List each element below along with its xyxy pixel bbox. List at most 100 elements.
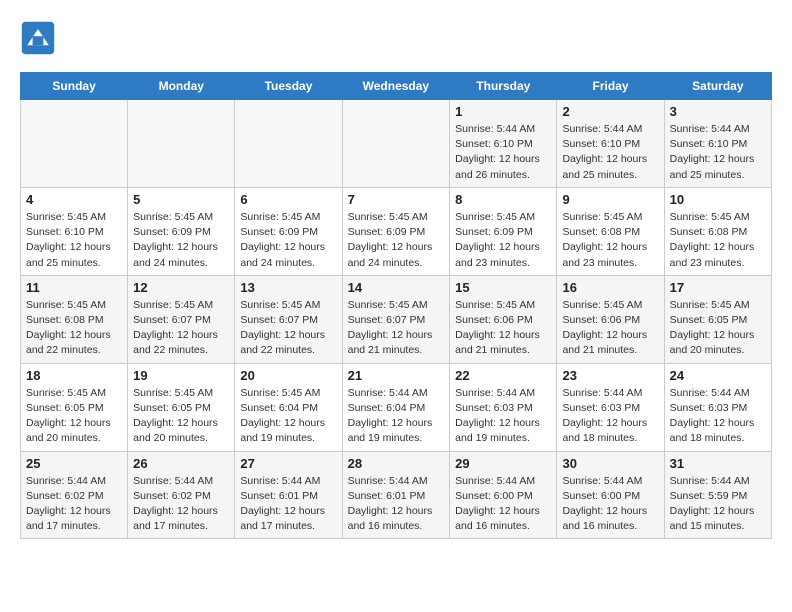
day-number: 4 bbox=[26, 192, 122, 207]
calendar-cell bbox=[21, 100, 128, 188]
calendar-cell: 7 Sunrise: 5:45 AM Sunset: 6:09 PM Daylig… bbox=[342, 187, 450, 275]
day-info: Sunrise: 5:44 AM Sunset: 6:04 PM Dayligh… bbox=[348, 386, 445, 447]
day-number: 7 bbox=[348, 192, 445, 207]
day-info: Sunrise: 5:45 AM Sunset: 6:09 PM Dayligh… bbox=[240, 210, 336, 271]
day-info: Sunrise: 5:44 AM Sunset: 6:03 PM Dayligh… bbox=[670, 386, 766, 447]
day-number: 9 bbox=[562, 192, 658, 207]
day-info: Sunrise: 5:45 AM Sunset: 6:08 PM Dayligh… bbox=[562, 210, 658, 271]
day-info: Sunrise: 5:44 AM Sunset: 5:59 PM Dayligh… bbox=[670, 474, 766, 535]
day-number: 18 bbox=[26, 368, 122, 383]
day-number: 10 bbox=[670, 192, 766, 207]
day-number: 26 bbox=[133, 456, 229, 471]
calendar-cell: 10 Sunrise: 5:45 AM Sunset: 6:08 PM Dayli… bbox=[664, 187, 771, 275]
day-number: 25 bbox=[26, 456, 122, 471]
day-info: Sunrise: 5:45 AM Sunset: 6:05 PM Dayligh… bbox=[133, 386, 229, 447]
day-number: 21 bbox=[348, 368, 445, 383]
calendar-cell: 24 Sunrise: 5:44 AM Sunset: 6:03 PM Dayli… bbox=[664, 363, 771, 451]
weekday-header: Monday bbox=[128, 73, 235, 100]
day-info: Sunrise: 5:44 AM Sunset: 6:00 PM Dayligh… bbox=[562, 474, 658, 535]
calendar-cell: 31 Sunrise: 5:44 AM Sunset: 5:59 PM Dayli… bbox=[664, 451, 771, 539]
calendar-cell: 5 Sunrise: 5:45 AM Sunset: 6:09 PM Daylig… bbox=[128, 187, 235, 275]
day-info: Sunrise: 5:45 AM Sunset: 6:06 PM Dayligh… bbox=[562, 298, 658, 359]
calendar-table: SundayMondayTuesdayWednesdayThursdayFrid… bbox=[20, 72, 772, 539]
logo-icon bbox=[20, 20, 56, 56]
weekday-header-row: SundayMondayTuesdayWednesdayThursdayFrid… bbox=[21, 73, 772, 100]
weekday-header: Wednesday bbox=[342, 73, 450, 100]
day-info: Sunrise: 5:45 AM Sunset: 6:09 PM Dayligh… bbox=[455, 210, 551, 271]
calendar-week-row: 11 Sunrise: 5:45 AM Sunset: 6:08 PM Dayli… bbox=[21, 275, 772, 363]
calendar-cell: 4Sunrise: 5:45 AM Sunset: 6:10 PM Daylig… bbox=[21, 187, 128, 275]
day-info: Sunrise: 5:45 AM Sunset: 6:05 PM Dayligh… bbox=[670, 298, 766, 359]
calendar-cell: 13Sunrise: 5:45 AM Sunset: 6:07 PM Dayli… bbox=[235, 275, 342, 363]
day-info: Sunrise: 5:45 AM Sunset: 6:09 PM Dayligh… bbox=[348, 210, 445, 271]
calendar-cell: 11 Sunrise: 5:45 AM Sunset: 6:08 PM Dayli… bbox=[21, 275, 128, 363]
calendar-cell: 30Sunrise: 5:44 AM Sunset: 6:00 PM Dayli… bbox=[557, 451, 664, 539]
day-number: 31 bbox=[670, 456, 766, 471]
day-number: 5 bbox=[133, 192, 229, 207]
day-number: 22 bbox=[455, 368, 551, 383]
weekday-header: Tuesday bbox=[235, 73, 342, 100]
calendar-cell: 19 Sunrise: 5:45 AM Sunset: 6:05 PM Dayli… bbox=[128, 363, 235, 451]
day-info: Sunrise: 5:45 AM Sunset: 6:07 PM Dayligh… bbox=[348, 298, 445, 359]
day-number: 12 bbox=[133, 280, 229, 295]
calendar-cell: 29 Sunrise: 5:44 AM Sunset: 6:00 PM Dayli… bbox=[450, 451, 557, 539]
day-info: Sunrise: 5:44 AM Sunset: 6:10 PM Dayligh… bbox=[670, 122, 766, 183]
weekday-header: Friday bbox=[557, 73, 664, 100]
day-number: 1 bbox=[455, 104, 551, 119]
day-info: Sunrise: 5:45 AM Sunset: 6:07 PM Dayligh… bbox=[133, 298, 229, 359]
day-number: 2 bbox=[562, 104, 658, 119]
day-number: 13 bbox=[240, 280, 336, 295]
calendar-week-row: 1 Sunrise: 5:44 AM Sunset: 6:10 PM Daylig… bbox=[21, 100, 772, 188]
day-number: 11 bbox=[26, 280, 122, 295]
day-info: Sunrise: 5:44 AM Sunset: 6:00 PM Dayligh… bbox=[455, 474, 551, 535]
calendar-cell: 2 Sunrise: 5:44 AM Sunset: 6:10 PM Daylig… bbox=[557, 100, 664, 188]
day-info: Sunrise: 5:44 AM Sunset: 6:02 PM Dayligh… bbox=[133, 474, 229, 535]
day-info: Sunrise: 5:44 AM Sunset: 6:03 PM Dayligh… bbox=[455, 386, 551, 447]
calendar-cell: 1 Sunrise: 5:44 AM Sunset: 6:10 PM Daylig… bbox=[450, 100, 557, 188]
calendar-week-row: 4Sunrise: 5:45 AM Sunset: 6:10 PM Daylig… bbox=[21, 187, 772, 275]
day-info: Sunrise: 5:44 AM Sunset: 6:10 PM Dayligh… bbox=[455, 122, 551, 183]
day-info: Sunrise: 5:44 AM Sunset: 6:01 PM Dayligh… bbox=[240, 474, 336, 535]
day-info: Sunrise: 5:45 AM Sunset: 6:09 PM Dayligh… bbox=[133, 210, 229, 271]
day-info: Sunrise: 5:45 AM Sunset: 6:06 PM Dayligh… bbox=[455, 298, 551, 359]
day-number: 29 bbox=[455, 456, 551, 471]
calendar-cell: 9 Sunrise: 5:45 AM Sunset: 6:08 PM Daylig… bbox=[557, 187, 664, 275]
weekday-header: Thursday bbox=[450, 73, 557, 100]
day-info: Sunrise: 5:44 AM Sunset: 6:10 PM Dayligh… bbox=[562, 122, 658, 183]
calendar-cell: 6 Sunrise: 5:45 AM Sunset: 6:09 PM Daylig… bbox=[235, 187, 342, 275]
calendar-cell bbox=[128, 100, 235, 188]
day-number: 8 bbox=[455, 192, 551, 207]
day-number: 14 bbox=[348, 280, 445, 295]
calendar-cell: 20Sunrise: 5:45 AM Sunset: 6:04 PM Dayli… bbox=[235, 363, 342, 451]
calendar-cell: 25Sunrise: 5:44 AM Sunset: 6:02 PM Dayli… bbox=[21, 451, 128, 539]
day-info: Sunrise: 5:45 AM Sunset: 6:04 PM Dayligh… bbox=[240, 386, 336, 447]
calendar-cell: 15 Sunrise: 5:45 AM Sunset: 6:06 PM Dayli… bbox=[450, 275, 557, 363]
calendar-cell: 23 Sunrise: 5:44 AM Sunset: 6:03 PM Dayli… bbox=[557, 363, 664, 451]
day-info: Sunrise: 5:45 AM Sunset: 6:05 PM Dayligh… bbox=[26, 386, 122, 447]
page-header bbox=[20, 20, 772, 56]
day-number: 15 bbox=[455, 280, 551, 295]
calendar-cell: 27 Sunrise: 5:44 AM Sunset: 6:01 PM Dayli… bbox=[235, 451, 342, 539]
day-info: Sunrise: 5:44 AM Sunset: 6:03 PM Dayligh… bbox=[562, 386, 658, 447]
day-info: Sunrise: 5:45 AM Sunset: 6:08 PM Dayligh… bbox=[670, 210, 766, 271]
calendar-cell: 28 Sunrise: 5:44 AM Sunset: 6:01 PM Dayli… bbox=[342, 451, 450, 539]
day-number: 24 bbox=[670, 368, 766, 383]
calendar-cell: 21 Sunrise: 5:44 AM Sunset: 6:04 PM Dayli… bbox=[342, 363, 450, 451]
logo bbox=[20, 20, 60, 56]
day-number: 17 bbox=[670, 280, 766, 295]
calendar-week-row: 18 Sunrise: 5:45 AM Sunset: 6:05 PM Dayli… bbox=[21, 363, 772, 451]
calendar-cell: 22 Sunrise: 5:44 AM Sunset: 6:03 PM Dayli… bbox=[450, 363, 557, 451]
day-info: Sunrise: 5:45 AM Sunset: 6:08 PM Dayligh… bbox=[26, 298, 122, 359]
calendar-cell bbox=[342, 100, 450, 188]
day-number: 3 bbox=[670, 104, 766, 119]
day-number: 6 bbox=[240, 192, 336, 207]
calendar-week-row: 25 Sunrise: 5:44 AM Sunset: 6:02 PM Dayli… bbox=[21, 451, 772, 539]
day-number: 28 bbox=[348, 456, 445, 471]
calendar-cell: 14 Sunrise: 5:45 AM Sunset: 6:07 PM Dayli… bbox=[342, 275, 450, 363]
day-number: 23 bbox=[562, 368, 658, 383]
day-number: 19 bbox=[133, 368, 229, 383]
calendar-cell: 3 Sunrise: 5:44 AM Sunset: 6:10 PM Daylig… bbox=[664, 100, 771, 188]
calendar-cell: 12 Sunrise: 5:45 AM Sunset: 6:07 PM Dayli… bbox=[128, 275, 235, 363]
day-info: Sunrise: 5:44 AM Sunset: 6:01 PM Dayligh… bbox=[348, 474, 445, 535]
day-number: 27 bbox=[240, 456, 336, 471]
